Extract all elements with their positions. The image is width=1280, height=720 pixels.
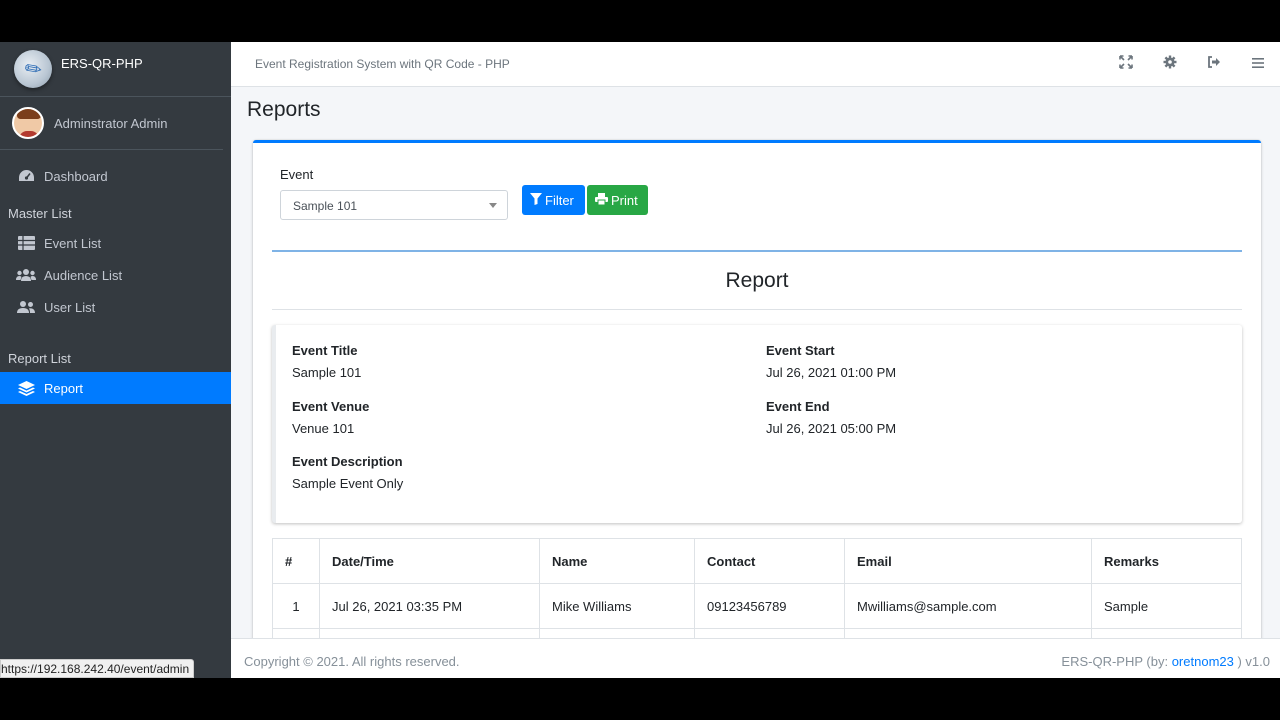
event-select[interactable]: Sample 101 <box>280 190 508 220</box>
user-name: Adminstrator Admin <box>54 115 168 131</box>
event-label: Event <box>280 167 314 182</box>
logout-icon[interactable] <box>1206 55 1222 73</box>
event-description-value: Sample Event Only <box>292 476 404 491</box>
author-link[interactable]: oretnom23 <box>1172 654 1234 669</box>
fullscreen-icon[interactable] <box>1118 55 1134 73</box>
column-header: Email <box>844 538 1092 584</box>
brand-logo-icon: ✎ <box>14 50 52 88</box>
event-description-label: Event Description <box>292 454 403 469</box>
table-cell: 09123456789 <box>694 583 845 629</box>
menu-icon[interactable] <box>1250 55 1266 73</box>
report-heading: Report <box>725 269 789 292</box>
brand-text: ERS-QR-PHP <box>61 56 143 71</box>
event-venue-value: Venue 101 <box>292 421 355 436</box>
nav-header-master: Master List <box>8 206 72 221</box>
print-button[interactable]: Print <box>587 185 648 215</box>
table-cell: Mike Williams <box>539 583 695 629</box>
report-card: Event Sample 101 Filter Print Report Eve… <box>253 140 1261 678</box>
top-icons <box>1118 55 1266 73</box>
event-select-value: Sample 101 <box>293 199 358 213</box>
table-icon <box>16 235 36 251</box>
filter-icon <box>530 192 542 208</box>
column-header: Contact <box>694 538 845 584</box>
tachometer-icon <box>16 168 36 184</box>
table-cell: Jul 26, 2021 03:35 PM <box>319 583 540 629</box>
event-info-callout: Event Title Sample 101 Event Venue Venue… <box>272 325 1242 523</box>
filter-label: Filter <box>545 192 574 208</box>
event-venue-label: Event Venue <box>292 399 370 414</box>
sidebar-item-label: Audience List <box>44 267 123 283</box>
sidebar-item-label: Dashboard <box>44 168 108 184</box>
table-cell: 1 <box>272 583 320 629</box>
table-cell: Mwilliams@sample.com <box>844 583 1092 629</box>
credit-suffix: ) v1.0 <box>1237 654 1270 669</box>
top-navbar: Event Registration System with QR Code -… <box>231 42 1280 87</box>
event-venue-field: Event Venue Venue 101 <box>292 399 369 436</box>
event-title-field: Event Title Sample 101 <box>292 343 361 380</box>
gear-icon[interactable] <box>1162 55 1178 73</box>
event-end-label: Event End <box>766 399 830 414</box>
event-description-field: Event Description Sample Event Only <box>292 454 403 491</box>
brand-link[interactable]: ✎ ERS-QR-PHP <box>0 42 231 97</box>
sidebar: ✎ ERS-QR-PHP Adminstrator Admin Dashboar… <box>0 42 231 678</box>
sidebar-item-dashboard[interactable]: Dashboard <box>0 160 231 192</box>
layers-icon <box>16 380 36 396</box>
column-header: Date/Time <box>319 538 540 584</box>
sidebar-item-event-list[interactable]: Event List <box>0 227 231 259</box>
event-end-value: Jul 26, 2021 05:00 PM <box>766 421 897 436</box>
column-header: Name <box>539 538 695 584</box>
filter-button[interactable]: Filter <box>522 185 585 215</box>
event-start-value: Jul 26, 2021 01:00 PM <box>766 365 897 380</box>
sidebar-item-report[interactable]: Report <box>0 372 231 404</box>
sidebar-nav: Dashboard Master List Event List Audienc… <box>0 150 231 404</box>
divider <box>272 250 1242 252</box>
table-cell: Sample <box>1091 583 1242 629</box>
user-friends-icon <box>16 299 36 315</box>
page-title: Reports <box>247 98 321 121</box>
footer-credit: ERS-QR-PHP (by: oretnom23 ) v1.0 <box>1061 654 1270 669</box>
status-url: https://192.168.242.40/event/admin <box>0 659 195 678</box>
event-start-label: Event Start <box>766 343 835 358</box>
event-title-label: Event Title <box>292 343 358 358</box>
sidebar-item-label: User List <box>44 299 96 315</box>
column-header: Remarks <box>1091 538 1242 584</box>
avatar <box>12 107 44 139</box>
footer: Copyright © 2021. All rights reserved. E… <box>231 638 1280 678</box>
table-row: 1 Jul 26, 2021 03:35 PM Mike Williams 09… <box>272 583 1242 629</box>
nav-header-report: Report List <box>8 351 71 366</box>
sidebar-item-audience-list[interactable]: Audience List <box>0 259 231 291</box>
sidebar-item-user-list[interactable]: User List <box>0 291 231 323</box>
copyright-text: Copyright © 2021. All rights reserved. <box>244 654 460 669</box>
print-label: Print <box>611 192 638 208</box>
system-title: Event Registration System with QR Code -… <box>255 57 510 71</box>
print-icon <box>595 192 608 208</box>
divider <box>272 309 1242 310</box>
sidebar-item-label: Event List <box>44 235 102 251</box>
event-title-value: Sample 101 <box>292 365 362 380</box>
caret-down-icon <box>489 203 497 208</box>
event-start-field: Event Start Jul 26, 2021 01:00 PM <box>766 343 896 380</box>
user-panel[interactable]: Adminstrator Admin <box>0 97 223 150</box>
credit-prefix: ERS-QR-PHP (by: <box>1061 654 1169 669</box>
sidebar-item-label: Report <box>44 380 84 396</box>
event-end-field: Event End Jul 26, 2021 05:00 PM <box>766 399 896 436</box>
app-window: ✎ ERS-QR-PHP Adminstrator Admin Dashboar… <box>0 42 1280 678</box>
table-header-row: # Date/Time Name Contact Email Remarks <box>272 538 1242 584</box>
users-icon <box>16 267 36 283</box>
column-header: # <box>272 538 320 584</box>
